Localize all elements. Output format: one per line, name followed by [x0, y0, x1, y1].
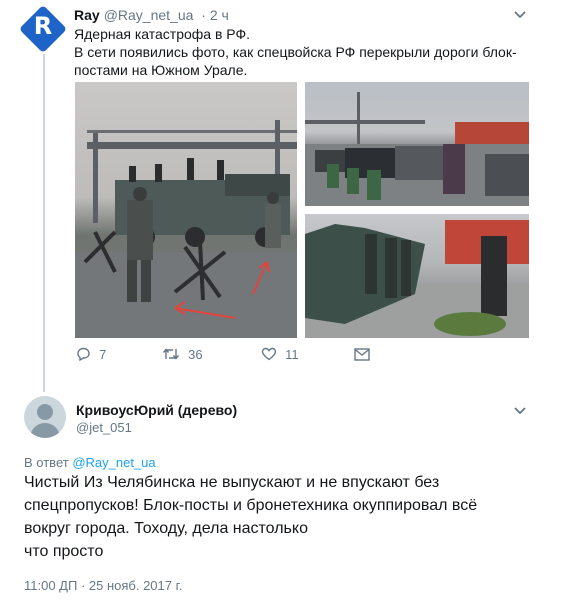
tweet-text: Ядерная катастрофа в РФ. В сети появилис… [74, 25, 524, 79]
reply-text-line: что просто [24, 543, 104, 560]
reply-count: 7 [99, 347, 107, 362]
reply-text: Чистый Из Челябинска не выпускают и не в… [24, 471, 544, 563]
chevron-down-icon[interactable] [514, 6, 526, 22]
reply-to-link[interactable]: @Ray_net_ua [72, 455, 155, 470]
heart-icon [261, 346, 281, 363]
media-grid [75, 82, 529, 338]
tweet-time[interactable]: · 2 ч [201, 7, 229, 23]
author-name[interactable]: КривоусЮрий (дерево) [76, 402, 237, 418]
author-handle[interactable]: @jet_051 [76, 420, 132, 435]
avatar[interactable]: R [18, 4, 68, 54]
reply-button[interactable]: 7 [76, 346, 106, 363]
photo-soldiers[interactable] [305, 214, 529, 338]
tweet-header: Ray @Ray_net_ua · 2 ч [74, 7, 229, 23]
chevron-down-icon[interactable] [514, 402, 526, 418]
reply-text-line: Чистый Из Челябинска не выпускают и не в… [24, 474, 440, 491]
avatar[interactable] [24, 396, 66, 438]
dm-button[interactable] [354, 346, 374, 363]
retweet-button[interactable]: 36 [162, 346, 203, 363]
avatar-letter: R [33, 12, 53, 40]
envelope-icon [354, 346, 370, 363]
default-avatar-body [30, 423, 60, 438]
tweet-text-line: постами на Южном Урале. [74, 62, 248, 78]
thread-line [43, 54, 45, 392]
reply-text-line: вокруг города. Тоходу, дела настолько [24, 520, 308, 537]
reply-icon [76, 346, 95, 363]
like-count: 11 [285, 347, 299, 362]
reply-text-line: спецпропусков! Блок-посты и бронетехника… [24, 497, 478, 514]
tweet-text-line: Ядерная катастрофа в РФ. [74, 26, 251, 42]
default-avatar-head [37, 404, 53, 420]
reply-prefix: В ответ [24, 455, 69, 470]
photo-traffic[interactable] [305, 82, 529, 206]
photo-checkpoint[interactable] [75, 82, 297, 338]
retweet-count: 36 [188, 347, 203, 362]
like-button[interactable]: 11 [261, 346, 299, 363]
reply-context: В ответ @Ray_net_ua [24, 455, 156, 470]
reply-timestamp[interactable]: 11:00 ДП · 25 нояб. 2017 г. [24, 578, 182, 593]
retweet-icon [162, 346, 184, 363]
tweet-text-line: В сети появились фото, как спецвойска РФ… [74, 44, 517, 60]
author-name[interactable]: Ray [74, 7, 100, 23]
author-handle[interactable]: @Ray_net_ua [104, 7, 194, 23]
